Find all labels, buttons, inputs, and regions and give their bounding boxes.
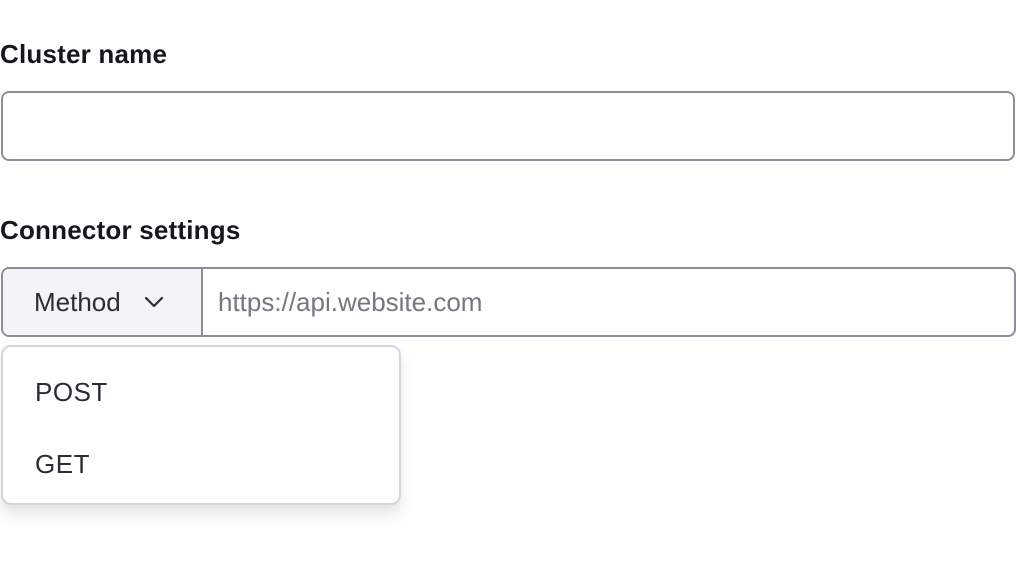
chevron-down-icon [143,291,165,313]
connector-input-group: Method https://api.website.com [1,267,1016,337]
connector-settings-label: Connector settings [0,215,241,245]
method-option-post[interactable]: POST [35,379,108,405]
cluster-name-label: Cluster name [0,39,168,69]
method-option-get[interactable]: GET [35,451,90,477]
cluster-name-input[interactable] [1,91,1015,161]
cluster-form: Cluster name Connector settings Method h… [0,0,1016,562]
method-select-label: Method [34,287,121,317]
method-select[interactable]: Method [3,269,203,335]
method-dropdown-menu: POST GET [1,345,401,505]
url-input[interactable]: https://api.website.com [203,269,1014,335]
